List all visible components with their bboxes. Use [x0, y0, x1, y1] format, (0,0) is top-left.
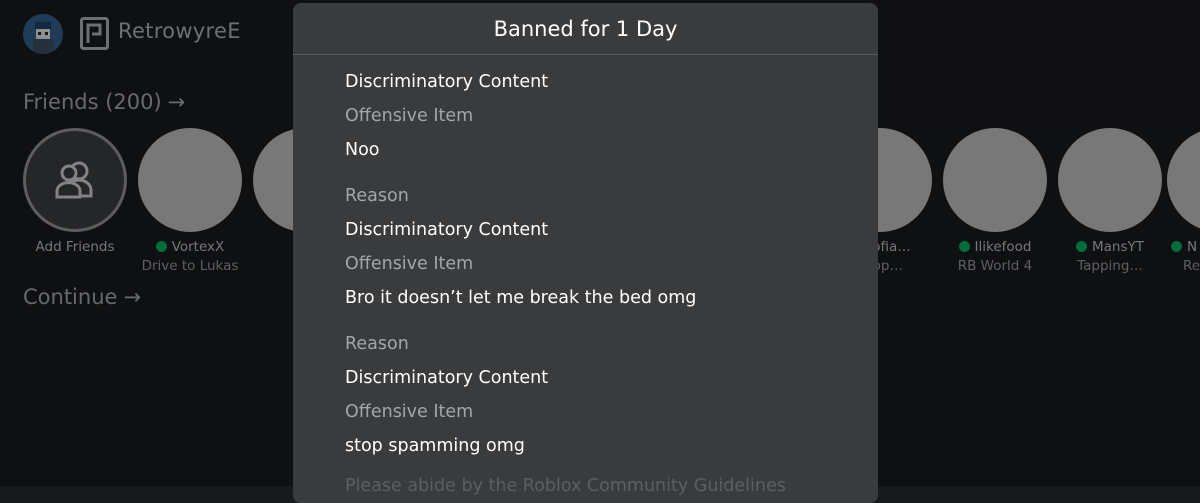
- offensive-item-value: Bro it doesn’t let me break the bed omg: [345, 288, 697, 308]
- guidelines-text: Please abide by the Roblox Community Gui…: [345, 476, 786, 496]
- offensive-item-label: Offensive Item: [345, 254, 474, 274]
- reason-value: Discriminatory Content: [345, 72, 549, 92]
- reason-label: Reason: [345, 186, 409, 206]
- offensive-item-label: Offensive Item: [345, 402, 474, 422]
- ban-details: Discriminatory Content Offensive Item No…: [293, 55, 878, 503]
- dialog-title: Banned for 1 Day: [293, 3, 878, 55]
- offensive-item-value: stop spamming omg: [345, 436, 525, 456]
- reason-label: Reason: [345, 334, 409, 354]
- offensive-item-label: Offensive Item: [345, 106, 474, 126]
- ban-dialog: Banned for 1 Day Discriminatory Content …: [293, 3, 878, 503]
- reason-value: Discriminatory Content: [345, 368, 549, 388]
- offensive-item-value: Noo: [345, 140, 380, 160]
- reason-value: Discriminatory Content: [345, 220, 549, 240]
